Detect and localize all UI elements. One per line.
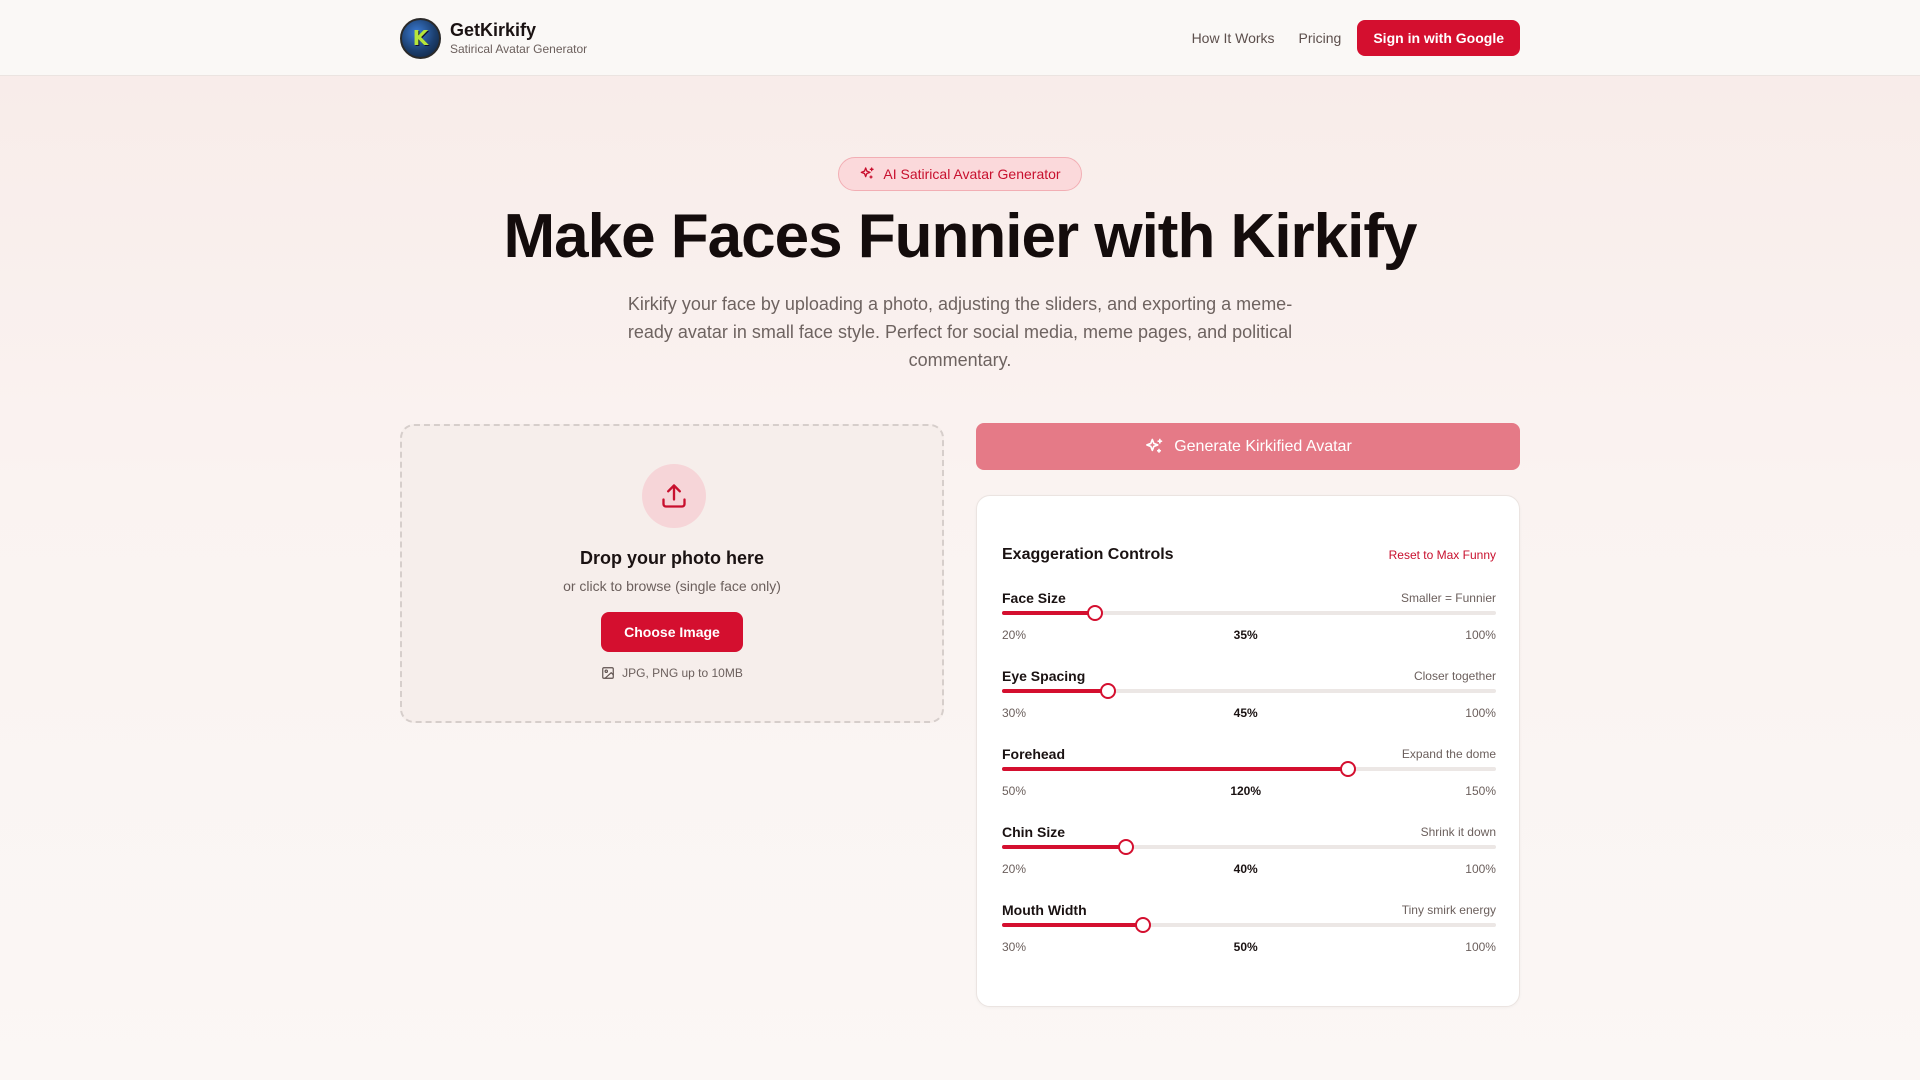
hero-badge-label: AI Satirical Avatar Generator <box>883 166 1061 182</box>
nav-how-it-works[interactable]: How It Works <box>1192 30 1275 46</box>
photo-dropzone[interactable]: Drop your photo here or click to browse … <box>400 424 944 723</box>
slider-forehead: Forehead Expand the dome 50% 120% 150% <box>1002 746 1496 810</box>
generate-avatar-button[interactable]: Generate Kirkified Avatar <box>976 423 1520 470</box>
slider-hint: Expand the dome <box>1401 747 1496 761</box>
slider-min: 20% <box>1002 628 1027 642</box>
dropzone-title: Drop your photo here <box>580 548 764 568</box>
slider-hint: Closer together <box>1413 669 1496 683</box>
slider-face-size: Face Size Smaller = Funnier 20% 35% 100% <box>1002 590 1496 654</box>
slider-fill <box>1002 845 1126 849</box>
hero-title: Make Faces Funnier with Kirkify <box>503 202 1417 271</box>
controls-header: Exaggeration Controls Reset to Max Funny <box>1002 546 1496 564</box>
slider-track[interactable] <box>1002 917 1496 933</box>
slider-value: 50% <box>1233 940 1258 954</box>
slider-thumb[interactable] <box>1117 839 1134 855</box>
slider-max: 100% <box>1465 706 1496 720</box>
slider-hint: Smaller = Funnier <box>1400 591 1496 605</box>
slider-hint: Shrink it down <box>1420 825 1496 839</box>
slider-label: Face Size <box>1002 590 1066 606</box>
slider-track[interactable] <box>1002 839 1496 855</box>
slider-max: 100% <box>1465 862 1496 876</box>
header-inner: K GetKirkify Satirical Avatar Generator … <box>400 0 1520 76</box>
slider-value: 120% <box>1230 784 1262 798</box>
image-icon <box>602 667 614 679</box>
brand-name: GetKirkify <box>450 20 537 40</box>
slider-thumb[interactable] <box>1099 683 1116 699</box>
slider-min: 30% <box>1002 940 1027 954</box>
controls-title: Exaggeration Controls <box>1002 546 1174 563</box>
slider-thumb[interactable] <box>1339 761 1356 777</box>
generate-button-label: Generate Kirkified Avatar <box>1174 437 1352 455</box>
slider-value: 45% <box>1233 706 1258 720</box>
slider-label: Mouth Width <box>1002 902 1087 918</box>
file-hint-label: JPG, PNG up to 10MB <box>622 666 743 680</box>
slider-track[interactable] <box>1002 761 1496 777</box>
slider-fill <box>1002 611 1095 615</box>
slider-label: Forehead <box>1002 746 1066 762</box>
choose-image-button[interactable]: Choose Image <box>601 612 743 652</box>
slider-min: 20% <box>1002 862 1027 876</box>
exaggeration-controls-card: Exaggeration Controls Reset to Max Funny… <box>976 495 1520 1007</box>
reset-max-funny-link[interactable]: Reset to Max Funny <box>1389 548 1496 562</box>
hero-description: Kirkify your face by uploading a photo, … <box>627 294 1293 370</box>
slider-min: 50% <box>1002 784 1027 798</box>
brand-text: GetKirkify Satirical Avatar Generator <box>450 19 587 57</box>
slider-value: 40% <box>1233 862 1258 876</box>
brand-subtitle: Satirical Avatar Generator <box>450 42 588 56</box>
main-nav: How It Works Pricing Sign in with Google <box>1192 20 1520 56</box>
slider-min: 30% <box>1002 706 1027 720</box>
slider-max: 100% <box>1465 628 1496 642</box>
sign-in-google-button[interactable]: Sign in with Google <box>1357 20 1520 56</box>
nav-pricing[interactable]: Pricing <box>1299 30 1342 46</box>
slider-mouth-width: Mouth Width Tiny smirk energy 30% 50% 10… <box>1002 902 1496 966</box>
slider-track[interactable] <box>1002 683 1496 699</box>
site-header: K GetKirkify Satirical Avatar Generator … <box>0 0 1920 76</box>
dropzone-subtitle: or click to browse (single face only) <box>563 578 781 594</box>
slider-fill <box>1002 923 1144 927</box>
slider-thumb[interactable] <box>1135 917 1152 933</box>
slider-track[interactable] <box>1002 605 1496 621</box>
upload-icon-circle <box>642 464 706 528</box>
slider-fill <box>1002 689 1108 693</box>
brand-logo-icon: K <box>400 17 441 59</box>
sparkles-icon <box>1146 438 1163 453</box>
brand[interactable]: K GetKirkify Satirical Avatar Generator <box>400 17 587 59</box>
slider-max: 150% <box>1465 784 1496 798</box>
upload-icon <box>662 484 686 508</box>
hero-badge: AI Satirical Avatar Generator <box>838 157 1082 191</box>
slider-label: Chin Size <box>1002 824 1066 840</box>
slider-hint: Tiny smirk energy <box>1401 903 1496 917</box>
slider-thumb[interactable] <box>1086 605 1103 621</box>
slider-fill <box>1002 767 1348 771</box>
slider-label: Eye Spacing <box>1002 668 1086 684</box>
file-hint: JPG, PNG up to 10MB <box>402 666 942 680</box>
slider-chin-size: Chin Size Shrink it down 20% 40% 100% <box>1002 824 1496 888</box>
sparkles-icon <box>861 167 875 179</box>
slider-max: 100% <box>1465 940 1496 954</box>
slider-eye-spacing: Eye Spacing Closer together 30% 45% 100% <box>1002 668 1496 732</box>
slider-value: 35% <box>1233 628 1258 642</box>
